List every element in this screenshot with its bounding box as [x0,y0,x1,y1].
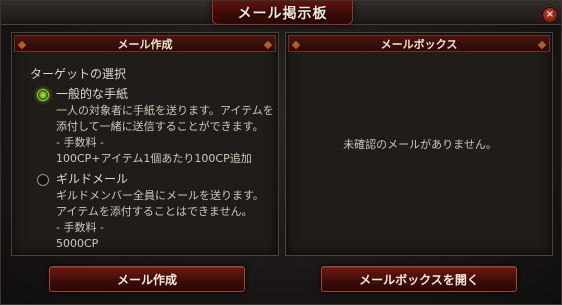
target-selection-label: ターゲットの選択 [30,67,127,81]
option-general-letter-desc-1: 一人の対象者に手紙を送ります。アイテムを [56,104,274,117]
option-general-letter-fee: 100CP+アイテム1個あたり100CP追加 [56,152,252,165]
mailbox-panel: メールボックス 未確認のメールがありません。 [285,32,553,256]
radio-general-letter[interactable] [37,89,49,101]
title-plate: メール掲示板 [212,1,353,25]
option-general-letter-label[interactable]: 一般的な手紙 [56,86,128,102]
open-mailbox-button[interactable]: メールボックスを開く [321,266,517,292]
mailbox-panel-header: メールボックス [288,35,550,52]
compose-panel-header: メール作成 [14,35,276,52]
option-guild-mail-label[interactable]: ギルドメール [56,171,128,187]
mailbox-empty-message: 未確認のメールがありません。 [343,138,497,151]
window-title: メール掲示板 [237,5,328,22]
option-guild-mail-fee: 5000CP [56,237,99,250]
option-guild-mail-desc-2: アイテムを添付することはできません。 [56,205,253,218]
header-ornament-icon [17,40,27,50]
compose-header-label: メール作成 [117,37,173,51]
mailbox-header-label: メールボックス [380,37,458,51]
close-button[interactable]: × [542,7,558,23]
option-guild-mail-desc-1: ギルドメンバー全員にメールを送ります。 [56,189,264,202]
header-ornament-icon [291,40,301,50]
header-ornament-icon [537,40,547,50]
mail-board-window: メール掲示板 × メール作成 ターゲットの選択 一般的な手紙 一人の対象者に手紙… [0,0,562,305]
compose-panel: メール作成 ターゲットの選択 一般的な手紙 一人の対象者に手紙を送ります。アイテ… [11,32,279,256]
radio-guild-mail[interactable] [37,174,49,186]
option-guild-mail-fee-label: - 手数料 - [56,221,104,234]
option-general-letter-fee-label: - 手数料 - [56,136,104,149]
compose-mail-button[interactable]: メール作成 [49,266,245,292]
header-ornament-icon [263,40,273,50]
option-general-letter-desc-2: 添付して一緒に送信することができます。 [56,120,264,133]
